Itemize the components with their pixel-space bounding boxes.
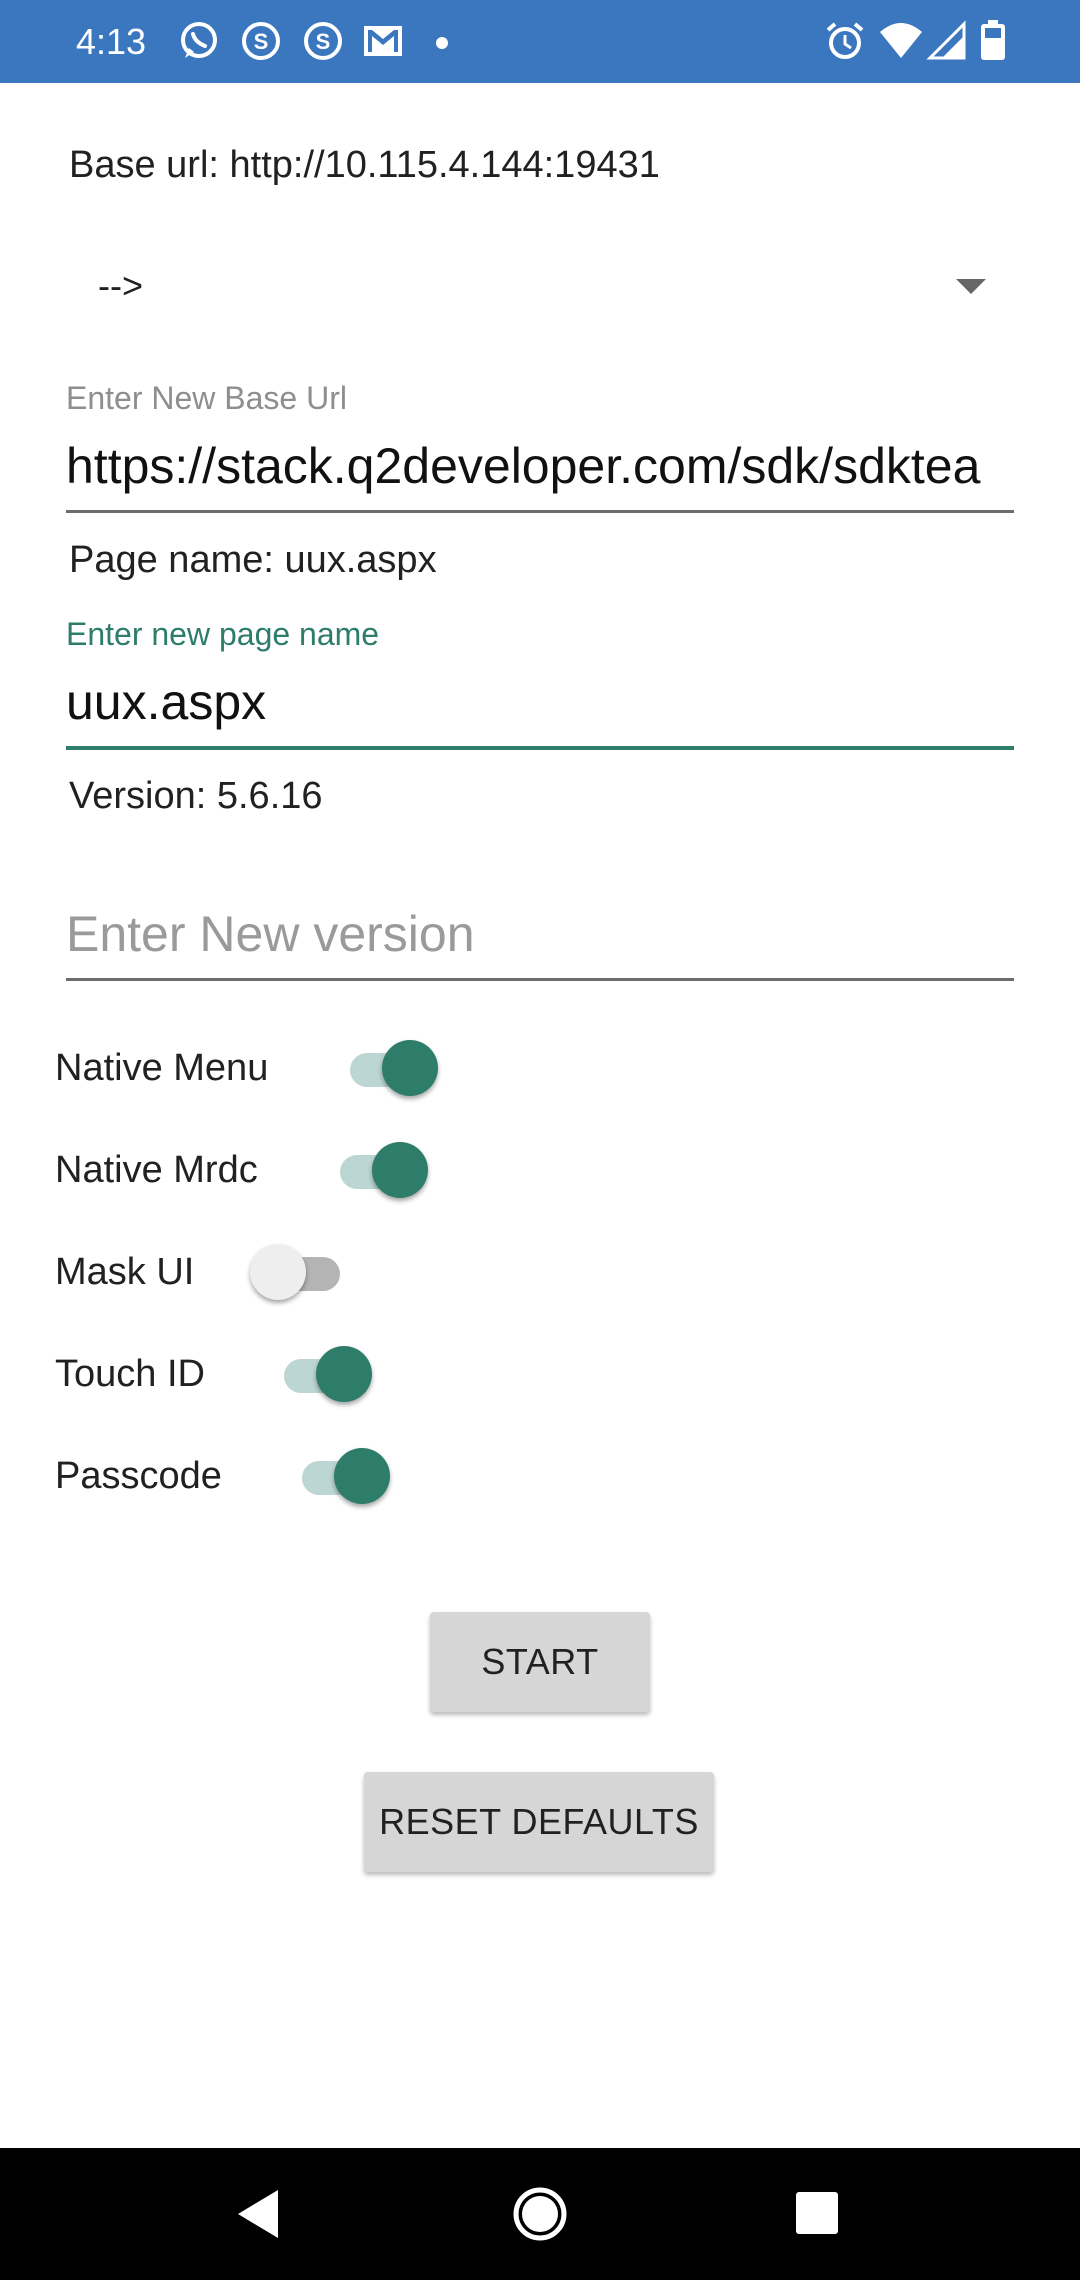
alarm-icon: [822, 18, 868, 64]
status-bar: 4:13 S S: [0, 0, 1080, 83]
new-page-name-value: uux.aspx: [66, 674, 267, 730]
mask-ui-label: Mask UI: [55, 1251, 195, 1293]
new-base-url-field[interactable]: https://stack.q2developer.com/sdk/sdktea: [66, 438, 1014, 513]
signal-icon: [924, 18, 970, 64]
switch-thumb: [334, 1448, 390, 1504]
back-icon[interactable]: [222, 2176, 298, 2252]
whatsapp-icon: [176, 18, 222, 64]
app-s-icon: S: [300, 18, 346, 64]
start-button[interactable]: START: [430, 1612, 650, 1712]
app-s-icon: S: [238, 18, 284, 64]
wifi-icon: [878, 18, 924, 64]
new-page-name-hint: Enter new page name: [66, 616, 380, 652]
new-version-field[interactable]: Enter New version: [66, 906, 1014, 981]
switch-thumb: [250, 1244, 306, 1300]
native-mrdc-label: Native Mrdc: [55, 1149, 258, 1191]
home-icon[interactable]: [502, 2176, 578, 2252]
mask-ui-switch[interactable]: [250, 1240, 344, 1300]
version-label: Version: 5.6.16: [69, 775, 323, 817]
native-menu-label: Native Menu: [55, 1047, 269, 1089]
url-dropdown[interactable]: -->: [66, 250, 1018, 322]
dot-icon: [430, 18, 454, 64]
touch-id-switch[interactable]: [280, 1342, 372, 1402]
base-url-label: Base url: http://10.115.4.144:19431: [69, 144, 660, 186]
new-version-placeholder: Enter New version: [66, 906, 475, 962]
passcode-switch[interactable]: [298, 1444, 390, 1504]
reset-defaults-button[interactable]: RESET DEFAULTS: [364, 1772, 714, 1872]
svg-text:S: S: [316, 29, 331, 54]
gmail-icon: [360, 18, 406, 64]
dropdown-selected-value: -->: [98, 265, 143, 306]
page-name-label: Page name: uux.aspx: [69, 539, 437, 581]
status-time: 4:13: [76, 21, 147, 62]
switch-thumb: [316, 1346, 372, 1402]
battery-icon: [974, 18, 1012, 64]
new-base-url-value: https://stack.q2developer.com/sdk/sdktea: [66, 438, 981, 494]
switch-thumb: [372, 1142, 428, 1198]
new-page-name-field[interactable]: uux.aspx: [66, 674, 1014, 750]
chevron-down-icon: [954, 276, 988, 296]
recents-icon[interactable]: [780, 2176, 856, 2252]
touch-id-label: Touch ID: [55, 1353, 205, 1395]
passcode-label: Passcode: [55, 1455, 222, 1497]
native-menu-switch[interactable]: [346, 1036, 438, 1096]
svg-text:S: S: [254, 29, 269, 54]
navigation-bar: [0, 2148, 1080, 2280]
new-base-url-hint: Enter New Base Url: [66, 380, 347, 416]
native-mrdc-switch[interactable]: [336, 1138, 428, 1198]
switch-thumb: [382, 1040, 438, 1096]
